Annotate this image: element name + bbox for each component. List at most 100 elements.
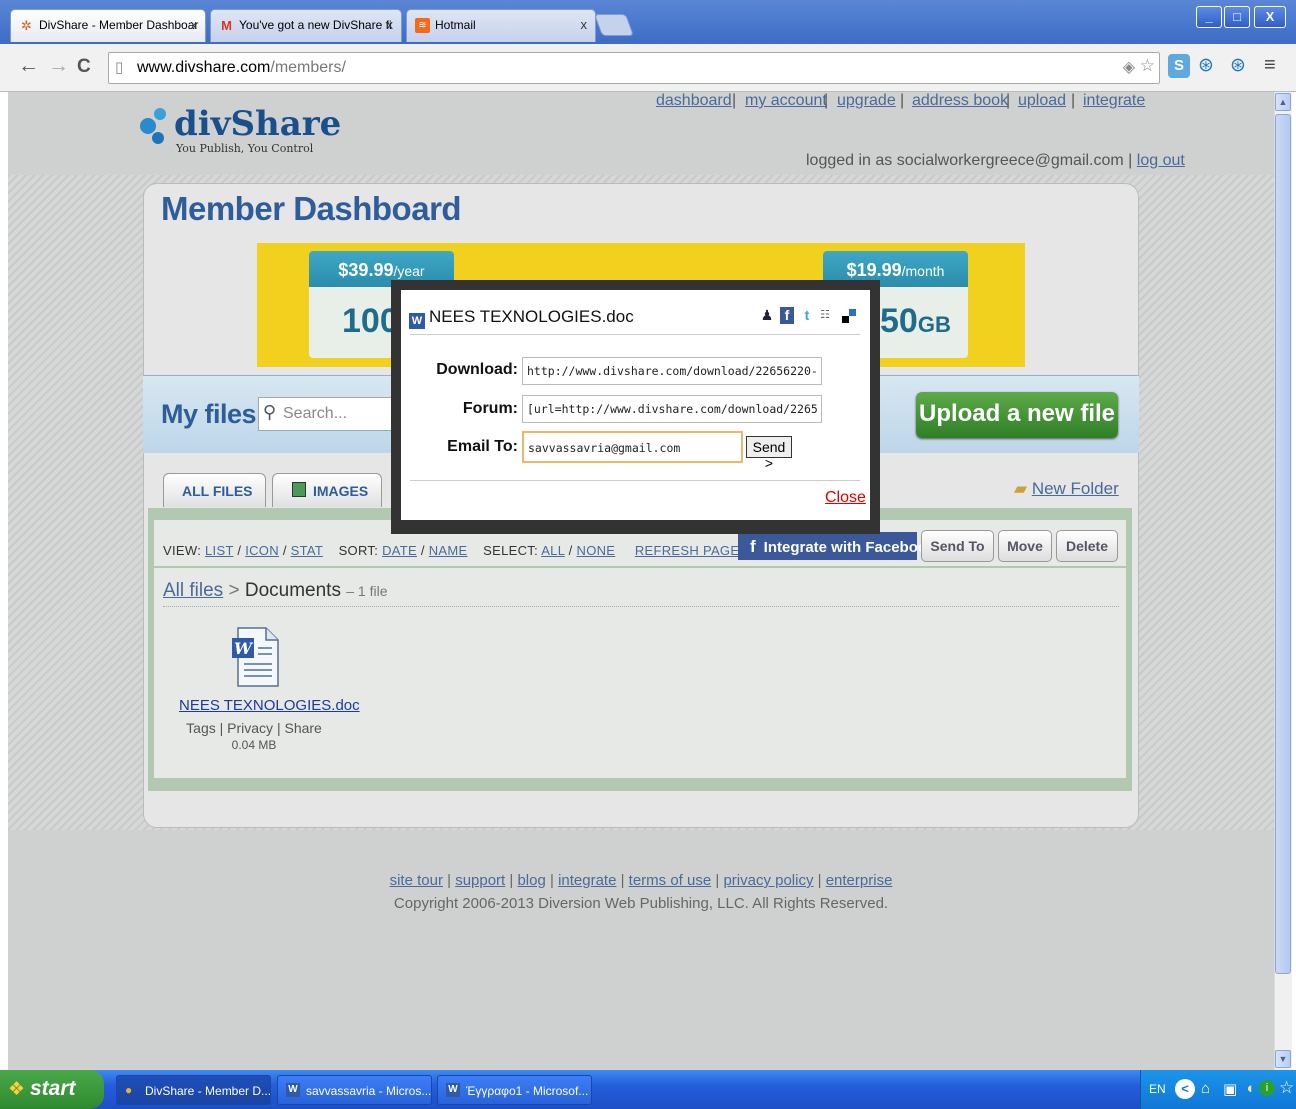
- start-button[interactable]: ❖ start: [0, 1070, 104, 1109]
- scroll-thumb[interactable]: [1275, 114, 1291, 974]
- info-icon[interactable]: i: [1259, 1080, 1275, 1096]
- address-bar[interactable]: ▯ www.divshare.com/members/ ◈ ☆: [108, 52, 1160, 84]
- email-to-field[interactable]: savvassavria@gmail.com: [522, 431, 743, 463]
- tab-close-icon[interactable]: x: [191, 17, 198, 32]
- sort-date[interactable]: DATE: [382, 543, 417, 558]
- download-url-field[interactable]: http://www.divshare.com/download/2265622…: [522, 357, 822, 385]
- nav-upload[interactable]: upload: [1018, 92, 1066, 110]
- new-folder[interactable]: ▰ New Folder: [1014, 479, 1119, 499]
- digg-icon[interactable]: ☷: [818, 307, 832, 324]
- sort-name[interactable]: NAME: [429, 543, 468, 558]
- maximize-button[interactable]: □: [1224, 6, 1250, 28]
- nav-integrate[interactable]: integrate: [1083, 92, 1145, 110]
- breadcrumb-count: – 1 file: [346, 583, 388, 599]
- word-document-icon[interactable]: W: [230, 626, 280, 688]
- new-folder-link[interactable]: New Folder: [1032, 479, 1119, 498]
- menu-icon[interactable]: ≡: [1264, 54, 1276, 77]
- twitter-icon[interactable]: t: [800, 307, 814, 324]
- my-files-title: My files: [161, 399, 257, 429]
- file-share-link[interactable]: Share: [284, 720, 321, 736]
- nav-address-book[interactable]: address book: [912, 92, 1008, 110]
- chrome-icon: ●: [125, 1083, 133, 1097]
- myspace-icon[interactable]: ♟: [760, 307, 774, 324]
- view-icon[interactable]: ICON: [245, 543, 279, 558]
- upload-button[interactable]: Upload a new file: [916, 392, 1118, 438]
- facebook-integrate-button[interactable]: f Integrate with Facebook: [738, 532, 935, 560]
- email-label: Email To:: [447, 438, 518, 455]
- taskbar-item-label: savvassavria - Micros...: [306, 1084, 432, 1098]
- view-controls: VIEW: LIST / ICON / STAT SORT: DATE / NA…: [163, 543, 740, 558]
- extension-s-icon[interactable]: S: [1168, 54, 1190, 78]
- search-input[interactable]: ⚲ Search...: [258, 397, 398, 431]
- tab-hotmail[interactable]: ≋ Hotmail x: [406, 9, 596, 42]
- reload-icon[interactable]: C: [77, 56, 91, 78]
- copyright: Copyright 2006-2013 Diversion Web Publis…: [393, 895, 889, 912]
- extension-p-icon[interactable]: ⊛: [1198, 54, 1214, 77]
- language-indicator[interactable]: EN: [1149, 1082, 1166, 1096]
- view-stat[interactable]: STAT: [291, 543, 323, 558]
- file-name-link[interactable]: NEES TEXNOLOGIES.doc: [179, 697, 360, 714]
- refresh-page[interactable]: REFRESH PAGE: [635, 543, 740, 558]
- move-button[interactable]: Move: [998, 530, 1052, 562]
- nav-sep: |: [1071, 92, 1076, 109]
- send-button[interactable]: Send >: [746, 436, 792, 471]
- tab-label: DivShare - Member Dashboar: [39, 18, 199, 32]
- footer-blog[interactable]: blog: [517, 872, 545, 889]
- nav-my-account[interactable]: my account: [745, 92, 827, 110]
- tab-close-icon[interactable]: x: [387, 17, 394, 32]
- word-icon: W: [409, 313, 425, 329]
- tab-all-files[interactable]: ALL FILES: [163, 473, 266, 507]
- search-icon: ⚲: [263, 402, 277, 422]
- taskbar-item-word-1[interactable]: W savvassavria - Micros...: [277, 1075, 432, 1105]
- extension-icon[interactable]: ◈: [1123, 57, 1135, 77]
- back-icon[interactable]: ←: [18, 54, 39, 78]
- star-icon[interactable]: ☆: [1279, 1078, 1294, 1098]
- view-list[interactable]: LIST: [205, 543, 233, 558]
- footer-integrate[interactable]: integrate: [558, 872, 616, 889]
- tab-close-icon[interactable]: x: [581, 17, 588, 32]
- tab-images[interactable]: IMAGES: [272, 473, 382, 507]
- footer-privacy[interactable]: privacy policy: [723, 872, 813, 889]
- forward-icon[interactable]: →: [48, 54, 69, 78]
- nav-upgrade[interactable]: upgrade: [837, 92, 896, 110]
- footer-site-tour[interactable]: site tour: [390, 872, 443, 889]
- extension-p2-icon[interactable]: ⊛: [1230, 54, 1246, 77]
- breadcrumb: All files > Documents – 1 file: [163, 580, 388, 602]
- footer-support[interactable]: support: [455, 872, 505, 889]
- taskbar-item-word-2[interactable]: W Έγγραφο1 - Microsof...: [437, 1075, 592, 1105]
- close-window-button[interactable]: X: [1254, 6, 1286, 28]
- tab-divshare[interactable]: ✲ DivShare - Member Dashboar x: [10, 9, 206, 42]
- file-tags-link[interactable]: Tags: [186, 720, 216, 736]
- facebook-icon[interactable]: f: [780, 307, 794, 324]
- taskbar-item-divshare[interactable]: ● DivShare - Member D...: [116, 1075, 271, 1105]
- bookmark-star-icon[interactable]: ☆: [1140, 56, 1155, 76]
- footer-enterprise[interactable]: enterprise: [826, 872, 893, 889]
- delete-button[interactable]: Delete: [1056, 530, 1118, 562]
- forum-code-field[interactable]: [url=http://www.divshare.com/download/22…: [522, 395, 822, 423]
- search-placeholder: Search...: [283, 405, 348, 422]
- scroll-up-icon[interactable]: ▲: [1275, 93, 1291, 111]
- tab-gmail[interactable]: M You've got a new DivShare fi x: [210, 9, 402, 42]
- file-actions: Tags | Privacy | Share: [186, 720, 322, 736]
- taskbar-item-label: DivShare - Member D...: [145, 1084, 271, 1098]
- close-dialog-link[interactable]: Close: [825, 489, 866, 507]
- network-icon[interactable]: ⌂: [1201, 1080, 1210, 1097]
- footer-terms[interactable]: terms of use: [629, 872, 712, 889]
- nav-dashboard[interactable]: dashboard: [656, 92, 732, 110]
- tray-expand-icon[interactable]: <: [1175, 1079, 1195, 1099]
- scroll-down-icon[interactable]: ▼: [1275, 1050, 1291, 1068]
- view-label: VIEW:: [163, 543, 202, 558]
- select-none[interactable]: NONE: [577, 543, 616, 558]
- delicious-icon[interactable]: [842, 307, 856, 324]
- minimize-button[interactable]: _: [1196, 6, 1222, 28]
- file-privacy-link[interactable]: Privacy: [227, 720, 273, 736]
- select-all[interactable]: ALL: [541, 543, 565, 558]
- logo-text: divShare: [174, 104, 342, 144]
- monitor-icon[interactable]: ▣: [1223, 1080, 1237, 1098]
- send-to-button[interactable]: Send To: [921, 530, 994, 562]
- nav-sep: |: [1006, 92, 1011, 109]
- logout-link[interactable]: log out: [1137, 152, 1185, 169]
- page-icon: ▯: [115, 59, 124, 76]
- volume-icon[interactable]: ◖: [1245, 1080, 1254, 1097]
- breadcrumb-all-files[interactable]: All files: [163, 580, 223, 601]
